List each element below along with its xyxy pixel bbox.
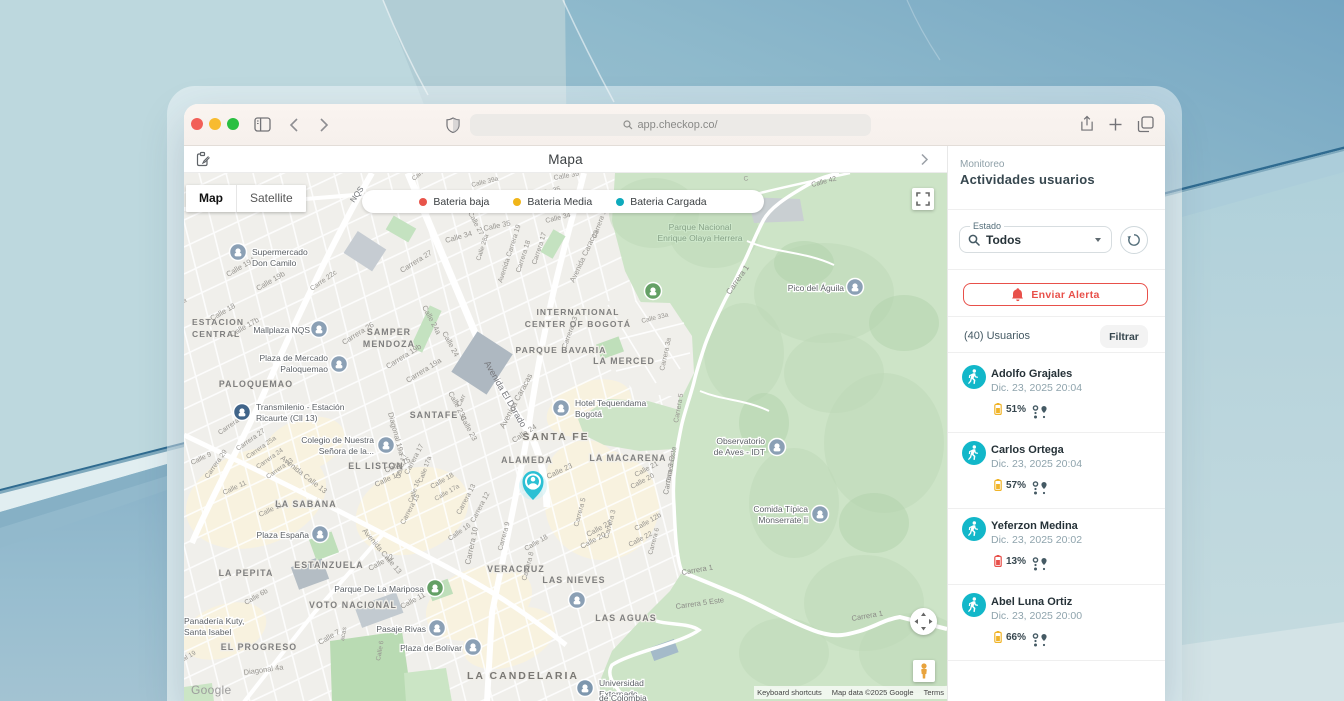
svg-text:Mallplaza NQS: Mallplaza NQS bbox=[253, 325, 310, 335]
svg-text:Pico del Águila: Pico del Águila bbox=[788, 283, 845, 293]
svg-text:EL PROGRESO: EL PROGRESO bbox=[221, 642, 297, 652]
svg-text:Señora de la...: Señora de la... bbox=[319, 446, 374, 456]
svg-text:VERACRUZ: VERACRUZ bbox=[487, 564, 545, 574]
svg-text:LA SABANA: LA SABANA bbox=[275, 499, 336, 509]
svg-text:LA PEPITA: LA PEPITA bbox=[219, 568, 274, 578]
svg-text:LA CANDELARIA: LA CANDELARIA bbox=[467, 670, 579, 682]
svg-text:Parque De La Mariposa: Parque De La Mariposa bbox=[334, 584, 424, 594]
svg-text:ESTANZUELA: ESTANZUELA bbox=[294, 560, 363, 570]
svg-text:Universidad: Universidad bbox=[599, 678, 644, 688]
svg-text:de Aves - IDT: de Aves - IDT bbox=[714, 447, 765, 457]
svg-text:Transmilenio - Estación: Transmilenio - Estación bbox=[256, 402, 345, 412]
svg-text:Parque Nacional: Parque Nacional bbox=[669, 222, 732, 232]
svg-text:Plaza de Bolívar: Plaza de Bolívar bbox=[400, 643, 462, 653]
svg-text:Hotel Tequendama: Hotel Tequendama bbox=[575, 398, 646, 408]
svg-text:Santa Isabel: Santa Isabel bbox=[184, 627, 231, 637]
svg-text:Ricaurte (Cll 13): Ricaurte (Cll 13) bbox=[256, 413, 318, 423]
svg-text:Don Camilo: Don Camilo bbox=[252, 258, 297, 268]
svg-text:LAS AGUAS: LAS AGUAS bbox=[595, 613, 656, 623]
svg-text:Paloquemao: Paloquemao bbox=[280, 364, 328, 374]
svg-text:SANTAFE: SANTAFE bbox=[410, 410, 459, 420]
svg-text:Monserrate Ii: Monserrate Ii bbox=[758, 515, 808, 525]
svg-text:LAS NIEVES: LAS NIEVES bbox=[542, 575, 605, 585]
svg-text:Bogotá: Bogotá bbox=[575, 409, 602, 419]
svg-text:Panadería Kuty,: Panadería Kuty, bbox=[184, 616, 244, 626]
svg-text:Enrique Olaya Herrera: Enrique Olaya Herrera bbox=[657, 233, 742, 243]
svg-text:Pasaje Rivas: Pasaje Rivas bbox=[376, 624, 426, 634]
svg-text:VOTO NACIONAL: VOTO NACIONAL bbox=[309, 600, 397, 610]
svg-text:Supermercado: Supermercado bbox=[252, 247, 308, 257]
svg-text:Colegio de Nuestra: Colegio de Nuestra bbox=[301, 435, 374, 445]
svg-text:de Colombia: de Colombia bbox=[599, 693, 647, 701]
svg-text:PALOQUEMAO: PALOQUEMAO bbox=[219, 379, 293, 389]
svg-text:INTERNATIONAL: INTERNATIONAL bbox=[536, 307, 619, 317]
svg-text:Observatorio: Observatorio bbox=[716, 436, 765, 446]
svg-text:LA MERCED: LA MERCED bbox=[593, 356, 655, 366]
svg-text:Comida Típica: Comida Típica bbox=[753, 504, 808, 514]
svg-text:Plaza de Mercado: Plaza de Mercado bbox=[259, 353, 328, 363]
svg-text:MENDOZA: MENDOZA bbox=[363, 339, 415, 349]
svg-text:ALAMEDA: ALAMEDA bbox=[501, 455, 553, 465]
svg-text:Plaza España: Plaza España bbox=[257, 530, 310, 540]
